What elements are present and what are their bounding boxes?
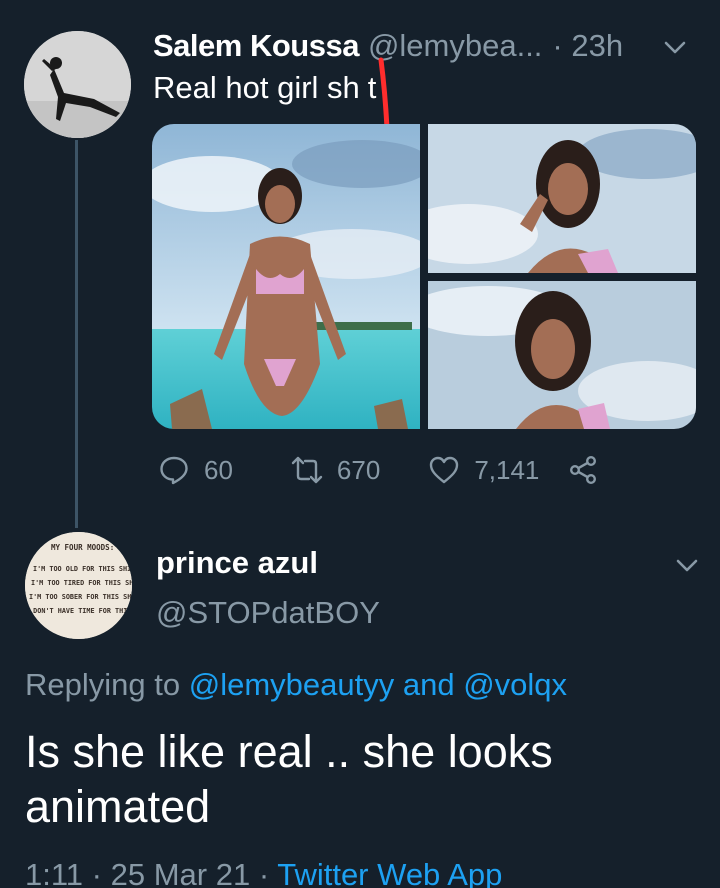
reply-icon <box>160 456 188 485</box>
reply-author-name[interactable]: prince azul <box>156 545 318 581</box>
reply-button[interactable]: 60 <box>158 454 233 486</box>
like-count: 7,141 <box>474 454 540 485</box>
tweet-text: Real hot girl sh t <box>153 70 376 106</box>
media-photo-2[interactable] <box>428 124 696 273</box>
avatar-caption-line-5: I DON'T HAVE TIME FOR THIS SHIT <box>25 607 132 615</box>
share-button[interactable] <box>567 454 613 486</box>
tweet-time[interactable]: · 23h <box>552 28 623 64</box>
mention-link-2[interactable]: @volqx <box>463 667 567 702</box>
tweet-text-part-2: t <box>367 70 377 105</box>
retweet-icon <box>291 456 323 484</box>
replying-prefix: Replying to <box>25 667 181 702</box>
tweet-header: Salem Koussa @lemybea... · 23h <box>153 26 690 66</box>
heart-icon <box>430 456 459 484</box>
thread-connector-line <box>75 140 78 528</box>
retweet-count: 670 <box>336 454 381 485</box>
time-value: 23h <box>571 28 624 63</box>
time-separator: · <box>552 28 563 63</box>
avatar-caption-line-1: MY FOUR MOODS: <box>51 543 114 552</box>
reply-count: 60 <box>204 454 233 485</box>
tweet-actions: 60 670 7,141 <box>158 450 613 490</box>
replying-to-line: Replying to @lemybeautyy and @volqx <box>25 667 567 703</box>
reply-metadata: 1:11 · 25 Mar 21 · Twitter Web App <box>25 857 502 888</box>
reply-author-avatar[interactable]: MY FOUR MOODS: I'M TOO OLD FOR THIS SHIT… <box>25 532 132 639</box>
avatar-caption-line-3: I'M TOO TIRED FOR THIS SHIT, <box>31 579 132 587</box>
mention-conjunction: and <box>402 667 455 702</box>
avatar-caption-line-4: I'M TOO SOBER FOR THIS SHIT, <box>29 593 132 601</box>
tweet-thread-screen: Salem Koussa @lemybea... · 23h Real hot … <box>0 0 720 888</box>
meta-separator-1: · <box>91 857 102 888</box>
media-photo-3[interactable] <box>428 281 696 429</box>
reply-text: Is she like real .. she looks animated <box>25 726 553 832</box>
avatar-caption-line-2: I'M TOO OLD FOR THIS SHIT, <box>33 565 132 573</box>
reply-author-handle[interactable]: @STOPdatBOY <box>156 595 380 631</box>
reply-date[interactable]: 25 Mar 21 <box>111 857 251 888</box>
mention-link-1[interactable]: @lemybeautyy <box>189 667 395 702</box>
reply-time[interactable]: 1:11 <box>25 857 83 888</box>
media-photo-1[interactable] <box>152 124 420 429</box>
source-app-link[interactable]: Twitter Web App <box>277 857 502 888</box>
tweet-media-grid <box>152 124 696 429</box>
meta-separator-2: · <box>258 857 270 888</box>
author-name[interactable]: Salem Koussa <box>153 28 359 64</box>
tweet-text-part-1: Real hot girl sh <box>153 70 360 105</box>
retweet-button[interactable]: 670 <box>291 454 380 486</box>
author-avatar[interactable] <box>24 31 131 138</box>
author-handle[interactable]: @lemybea... <box>368 28 542 64</box>
chevron-down-icon[interactable] <box>672 550 702 580</box>
like-button[interactable]: 7,141 <box>428 454 539 486</box>
chevron-down-icon[interactable] <box>660 32 690 62</box>
share-icon <box>570 456 597 485</box>
